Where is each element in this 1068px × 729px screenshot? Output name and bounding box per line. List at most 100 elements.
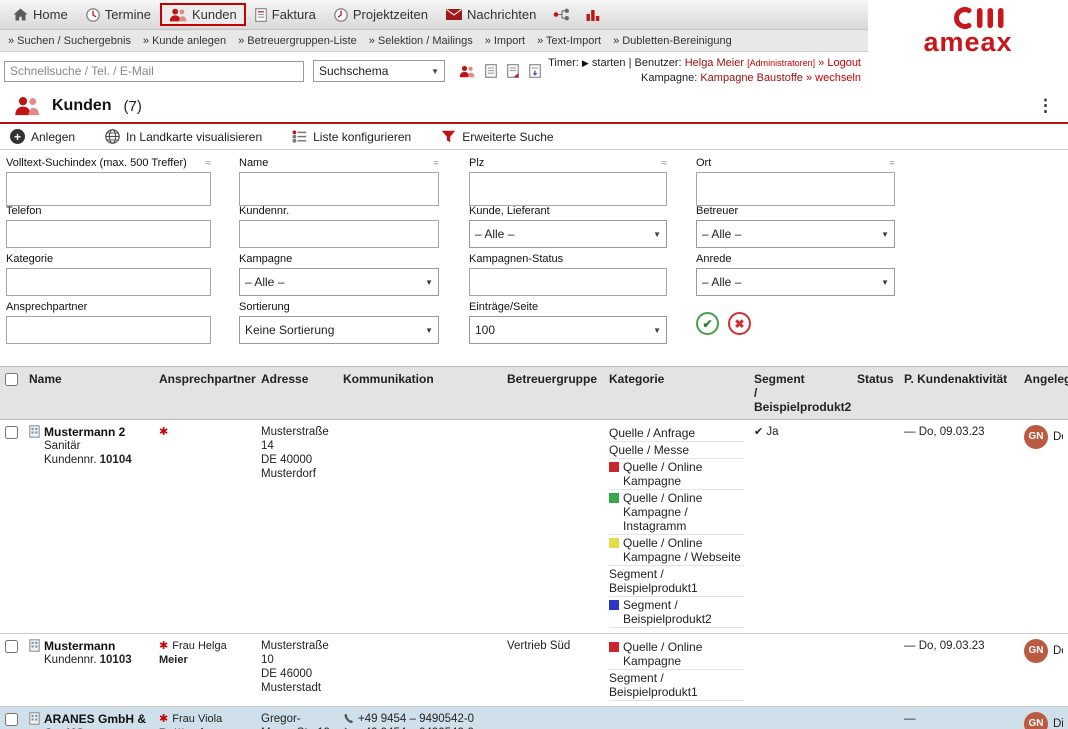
nav-faktura-label: Faktura <box>272 7 316 22</box>
avatar: GN <box>1024 639 1048 663</box>
column-header-segment[interactable]: Segment / Beispielprodukt2 <box>749 367 852 420</box>
subnav-text-import[interactable]: » Text-Import <box>537 35 601 47</box>
field-anrede: Anrede – Alle – ▼ <box>696 253 895 296</box>
subnav-selektion-mailings[interactable]: » Selektion / Mailings <box>369 35 473 47</box>
search-form: Volltext-Suchindex (max. 500 Treffer)≈ N… <box>0 150 1068 362</box>
sortierung-select[interactable]: Keine Sortierung ▼ <box>239 316 439 344</box>
workflow-icon <box>553 8 570 21</box>
kunde-lieferant-select[interactable]: – Alle – ▼ <box>469 220 667 248</box>
logout-link[interactable]: Logout <box>827 57 861 69</box>
nav-item-home[interactable]: Home <box>4 3 77 26</box>
subnav-dubletten-bereinigung[interactable]: » Dubletten-Bereinigung <box>613 35 732 47</box>
category-color-swatch <box>609 600 619 610</box>
timer-start-link[interactable]: starten <box>592 57 626 69</box>
ameax-logo: ameax <box>923 6 1012 54</box>
row-checkbox[interactable] <box>5 713 18 726</box>
column-header-kommunikation[interactable]: Kommunikation <box>338 367 502 420</box>
add-contact-icon[interactable]: ✱ <box>159 426 168 438</box>
column-header-ansprechpartner[interactable]: Ansprechpartner <box>154 367 256 420</box>
brand-area: ameax <box>868 0 1068 90</box>
row-checkbox[interactable] <box>5 640 18 653</box>
contacts-icon-button[interactable] <box>459 65 475 78</box>
kampagnen-status-label: Kampagnen-Status <box>469 253 563 265</box>
timer-label: Timer: <box>548 57 579 69</box>
subnav-betreuergruppen-liste[interactable]: » Betreuergruppen-Liste <box>238 35 357 47</box>
workflow-icon-button[interactable] <box>545 4 578 25</box>
liste-konfigurieren-button[interactable]: Liste konfigurieren <box>292 130 411 144</box>
subnav-suchen-suchergebnis[interactable]: » Suchen / Suchergebnis <box>8 35 131 47</box>
column-header-status[interactable]: Status <box>852 367 899 420</box>
subnav-import[interactable]: » Import <box>485 35 525 47</box>
kampagne-name: Kampagne Baustoffe <box>700 72 803 84</box>
kampagne-wechseln-link[interactable]: wechseln <box>815 72 861 84</box>
landkarte-button[interactable]: In Landkarte visualisieren <box>105 129 262 144</box>
contact-surname: Meier <box>159 654 188 666</box>
row-checkbox[interactable] <box>5 426 18 439</box>
kundennr-input[interactable] <box>239 220 439 248</box>
address-line: Musterstraße 14 <box>261 425 333 453</box>
eintraege-select[interactable]: 100 ▼ <box>469 316 667 344</box>
play-icon: ▶ <box>582 58 589 68</box>
user-name[interactable]: Helga Meier <box>685 57 744 69</box>
pipe-separator: | <box>629 57 632 69</box>
search-reset-button[interactable]: ✖ <box>728 312 751 335</box>
suchschema-select[interactable]: Suchschema ▼ <box>313 60 445 82</box>
column-header-angelegt[interactable]: Angelegt <box>1019 367 1068 420</box>
raquo-separator: » <box>818 57 824 69</box>
name-input[interactable] <box>239 172 439 206</box>
ort-input[interactable] <box>696 172 895 206</box>
nav-item-termine[interactable]: Termine <box>77 3 160 26</box>
add-contact-icon: ✱ <box>159 713 168 725</box>
customer-row-mustermann[interactable]: Mustermann Kundennr. 10103 ✱ Frau Helga … <box>0 634 1068 707</box>
field-kategorie: Kategorie <box>6 253 211 296</box>
header: Home Termine Kunden <box>0 0 1068 90</box>
name-cell: ARANES GmbH & Co. KG <box>24 707 154 729</box>
search-submit-button[interactable]: ✔ <box>696 312 719 335</box>
customer-row-aranes[interactable]: ARANES GmbH & Co. KG ✱ Frau Viola Rotttm… <box>0 707 1068 729</box>
betreuer-select[interactable]: – Alle – ▼ <box>696 220 895 248</box>
contact[interactable]: ✱ Frau Viola Rotttmeier <box>159 712 251 729</box>
contact[interactable]: ✱ Frau Helga Meier <box>159 639 251 667</box>
telefon-label: Telefon <box>6 205 41 217</box>
titlebar: Kunden (7) ⋮ <box>0 90 1068 122</box>
document-red-icon-button[interactable] <box>507 64 519 78</box>
kebab-menu-icon[interactable]: ⋮ <box>1037 96 1054 116</box>
kampagne-select[interactable]: – Alle – ▼ <box>239 268 439 296</box>
kampagnen-status-input[interactable] <box>469 268 667 296</box>
column-header-aktivitaet[interactable]: P. Kundenaktivität <box>899 367 1019 420</box>
quick-search-input[interactable] <box>4 61 304 82</box>
document-icon-button[interactable] <box>485 64 497 78</box>
nav-kunden-label: Kunden <box>192 7 237 22</box>
nav-item-kunden[interactable]: Kunden <box>160 3 246 26</box>
erweiterte-suche-button[interactable]: Erweiterte Suche <box>441 130 553 144</box>
ansprechpartner-input[interactable] <box>6 316 211 344</box>
nav-item-projektzeiten[interactable]: Projektzeiten <box>325 3 437 26</box>
customer-name[interactable]: Mustermann 2 <box>44 425 125 439</box>
customer-name[interactable]: ARANES GmbH & Co. KG <box>44 712 149 729</box>
column-header-adresse[interactable]: Adresse <box>256 367 338 420</box>
column-header-kategorie[interactable]: Kategorie <box>604 367 749 420</box>
nav-item-nachrichten[interactable]: Nachrichten <box>437 3 545 26</box>
column-header-betreuergruppe[interactable]: Betreuergruppe <box>502 367 604 420</box>
subnav-kunde-anlegen[interactable]: » Kunde anlegen <box>143 35 226 47</box>
column-header-name[interactable]: Name <box>24 367 154 420</box>
select-all-checkbox[interactable] <box>5 373 18 386</box>
chevron-down-icon: ▼ <box>881 230 889 239</box>
phone-line[interactable]: +49 9454 – 9490542-0 <box>343 712 497 726</box>
betreuergruppe-cell: Vertrieb Süd <box>502 634 604 707</box>
customer-name[interactable]: Mustermann <box>44 639 115 653</box>
document-blue-icon-button[interactable] <box>529 64 541 78</box>
phone-icon <box>343 713 354 724</box>
category-color-swatch <box>609 538 619 548</box>
telefon-input[interactable] <box>6 220 211 248</box>
anrede-select[interactable]: – Alle – ▼ <box>696 268 895 296</box>
chart-icon-button[interactable] <box>578 4 608 25</box>
anlegen-button[interactable]: + Anlegen <box>10 129 75 144</box>
aktivitaet-cell: — Do, 09.03.23 <box>899 420 1019 634</box>
name-cell: Mustermann Kundennr. 10103 <box>24 634 154 707</box>
nav-item-faktura[interactable]: Faktura <box>246 3 325 26</box>
kategorie-input[interactable] <box>6 268 211 296</box>
customer-row-mustermann-2[interactable]: Mustermann 2 Sanitär Kundennr. 10104 ✱ M… <box>0 420 1068 634</box>
plz-input[interactable] <box>469 172 667 206</box>
volltext-input[interactable] <box>6 172 211 206</box>
